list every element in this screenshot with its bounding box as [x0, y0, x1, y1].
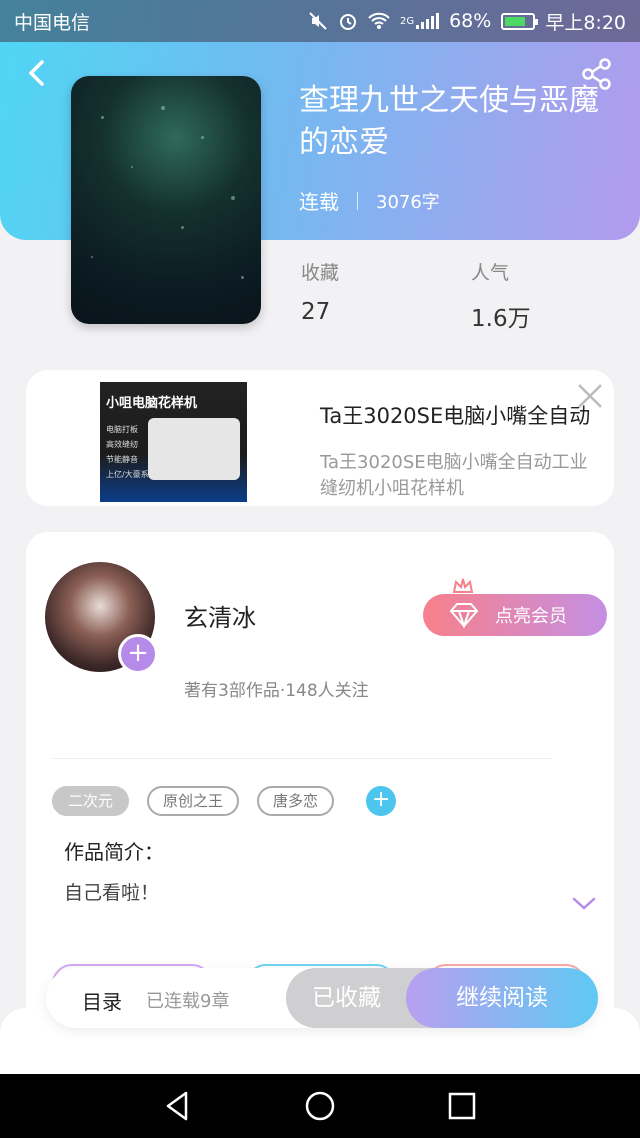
- recents-square-icon[interactable]: [444, 1088, 480, 1124]
- alarm-icon: [339, 14, 356, 30]
- carrier-name: 中国电信: [14, 11, 91, 34]
- close-icon[interactable]: [576, 382, 604, 410]
- stat-favorites: 收藏 27: [301, 258, 339, 325]
- meta-divider: [357, 191, 358, 210]
- book-cover[interactable]: [71, 76, 261, 324]
- ad-title[interactable]: Ta王3020SE电脑小嘴全自动: [320, 400, 590, 430]
- ad-image-text: 小咀电脑花样机: [106, 396, 198, 411]
- signal-icon: [416, 13, 440, 29]
- system-nav-bar: [0, 1074, 640, 1138]
- intro-text: 自己看啦！: [64, 882, 160, 904]
- battery-percent: 68%: [449, 10, 492, 32]
- back-triangle-icon[interactable]: [160, 1088, 196, 1124]
- battery-icon: [501, 12, 539, 30]
- tag[interactable]: 原创之王: [147, 786, 240, 816]
- vip-button-label: 点亮会员: [495, 606, 567, 627]
- serial-status: 连载: [299, 190, 339, 214]
- catalog-button[interactable]: 目录: [82, 986, 122, 1015]
- book-title: 查理九世之天使与恶魔的恋爱: [299, 83, 599, 160]
- clock: 早上8:20: [545, 11, 626, 34]
- chapter-count: 已连载9章: [146, 991, 230, 1012]
- ad-image[interactable]: 小咀电脑花样机 电脑打板 高效缝纫 节能静音 上亿/大豪系统: [100, 382, 247, 502]
- tag-list: 二次元 原创之王 唐多恋 +: [52, 786, 397, 816]
- stat-popularity: 人气 1.6万: [471, 258, 531, 333]
- add-tag-button[interactable]: +: [366, 786, 397, 816]
- ad-card[interactable]: 小咀电脑花样机 电脑打板 高效缝纫 节能静音 上亿/大豪系统 Ta王3020SE…: [26, 370, 614, 506]
- tag[interactable]: 二次元: [52, 786, 130, 816]
- tag[interactable]: 唐多恋: [257, 786, 335, 816]
- network-type: 2G: [399, 15, 415, 27]
- stat-value: 27: [301, 299, 331, 325]
- intro-label: 作品简介：: [64, 840, 164, 864]
- stat-label: 收藏: [301, 262, 340, 284]
- author-works: 著有3部作品·148人关注: [184, 681, 369, 701]
- vip-button[interactable]: 点亮会员: [423, 594, 607, 636]
- sewing-machine-image: [148, 418, 240, 480]
- bottom-action-bar: 目录 已连载9章 已收藏 继续阅读: [46, 968, 598, 1028]
- wifi-icon: [368, 12, 390, 29]
- book-meta: 连载 3076字: [299, 186, 440, 215]
- mute-icon: [309, 12, 327, 30]
- chevron-down-icon[interactable]: [571, 896, 597, 912]
- status-bar: 中国电信 2G 68% 早上8:20: [0, 0, 640, 42]
- diamond-icon: [449, 603, 479, 628]
- ad-description: Ta王3020SE电脑小嘴全自动工业 缝纫机小咀花样机: [320, 452, 588, 499]
- divider: [52, 758, 552, 759]
- stat-value: 1.6万: [471, 306, 531, 332]
- home-circle-icon[interactable]: [302, 1088, 338, 1124]
- word-count: 3076字: [376, 191, 440, 213]
- crown-icon: [452, 578, 474, 593]
- stat-label: 人气: [471, 262, 510, 284]
- follow-plus-icon[interactable]: +: [118, 634, 158, 674]
- author-name[interactable]: 玄清冰: [184, 598, 256, 633]
- back-icon[interactable]: [22, 58, 52, 88]
- continue-reading-button[interactable]: 继续阅读: [406, 968, 598, 1028]
